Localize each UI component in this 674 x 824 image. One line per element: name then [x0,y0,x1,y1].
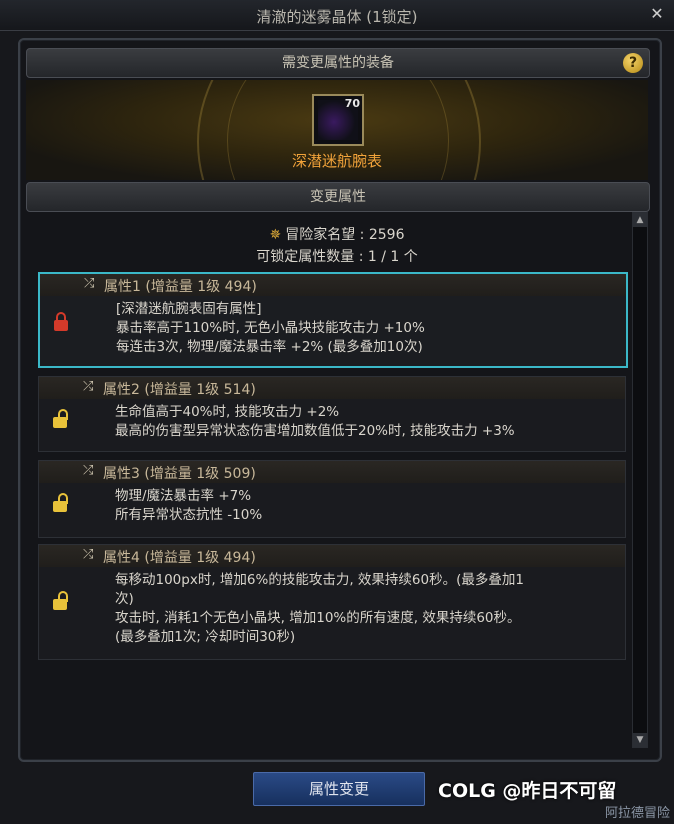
attribute-header: ⤮ 属性1 (增益量 1级 494) [40,274,626,296]
dialog-window: 清澈的迷雾晶体 (1锁定) ✕ 需变更属性的装备 ? 70 深潜迷航腕表 变更属… [0,0,674,824]
attribute-title: 属性2 (增益量 1级 514) [103,382,256,398]
change-section-title: 变更属性 [310,189,366,205]
window-title: 清澈的迷雾晶体 (1锁定) [256,8,418,26]
close-icon[interactable]: ✕ [648,5,666,23]
attribute-line: [深潜迷航腕表固有属性] [116,301,262,317]
attribute-line: 最高的伤害型异常状态伤害增加数值低于20%时, 技能攻击力 +3% [115,423,515,439]
watermark: COLG @昨日不可留 [438,780,617,802]
lock-closed-icon[interactable] [52,312,70,332]
lock-open-icon[interactable] [51,493,69,513]
reputation-label: 冒险家名望 : 2596 [285,227,405,243]
scroll-up-icon[interactable]: ▲ [633,213,647,227]
attribute-line: 每连击3次, 物理/魔法暴击率 +2% (最多叠加10次) [116,339,423,355]
attribute-lines: [深潜迷航腕表固有属性] 暴击率高于110%时, 无色小晶块技能攻击力 +10%… [116,300,614,357]
change-section-header: 变更属性 [26,182,650,212]
shuffle-icon: ⤮ [83,547,94,562]
attribute-row-1[interactable]: ⤮ 属性1 (增益量 1级 494) [深潜迷航腕表固有属性] 暴击率高于110… [38,272,628,368]
attribute-line: (最多叠加1次; 冷却时间30秒) [115,629,296,645]
lock-open-icon[interactable] [51,591,69,611]
equipment-section-title: 需变更属性的装备 [282,55,394,71]
attribute-line: 攻击时, 消耗1个无色小晶块, 增加10%的所有速度, 效果持续60秒。 [115,610,521,626]
attribute-title: 属性4 (增益量 1级 494) [103,550,256,566]
attribute-title: 属性3 (增益量 1级 509) [103,466,256,482]
attribute-line: 每移动100px时, 增加6%的技能攻击力, 效果持续60秒。(最多叠加1 [115,572,524,588]
attribute-header: ⤮ 属性4 (增益量 1级 494) [39,545,625,567]
shuffle-icon: ⤮ [83,463,94,478]
attribute-lines: 每移动100px时, 增加6%的技能攻击力, 效果持续60秒。(最多叠加1 次)… [115,571,613,647]
lock-count: 可锁定属性数量 : 1 / 1 个 [256,249,418,265]
attribute-lines: 物理/魔法暴击率 +7% 所有异常状态抗性 -10% [115,487,613,525]
attribute-row-3[interactable]: ⤮ 属性3 (增益量 1级 509) 物理/魔法暴击率 +7% 所有异常状态抗性… [38,460,626,538]
shuffle-icon: ⤮ [84,276,95,291]
attribute-line: 次) [115,591,134,607]
shuffle-icon: ⤮ [83,379,94,394]
reputation-icon: ✵ [269,227,282,243]
lock-open-icon[interactable] [51,409,69,429]
help-icon[interactable]: ? [623,53,643,73]
attribute-change-button[interactable]: 属性变更 [253,772,425,806]
attribute-lines: 生命值高于40%时, 技能攻击力 +2% 最高的伤害型异常状态伤害增加数值低于2… [115,403,613,441]
item-slot[interactable]: 70 [312,94,364,146]
attribute-row-2[interactable]: ⤮ 属性2 (增益量 1级 514) 生命值高于40%时, 技能攻击力 +2% … [38,376,626,452]
attribute-line: 物理/魔法暴击率 +7% [115,488,252,504]
corner-text: 阿拉德冒险 [604,806,670,821]
scroll-down-icon[interactable]: ▼ [633,733,647,747]
reputation-line: ✵ 冒险家名望 : 2596 [0,224,674,244]
attribute-scrollbar[interactable]: ▲ ▼ [632,212,648,748]
attribute-line: 所有异常状态抗性 -10% [115,507,263,523]
attribute-line: 暴击率高于110%时, 无色小晶块技能攻击力 +10% [116,320,425,336]
equipment-section-header: 需变更属性的装备 ? [26,48,650,78]
equipment-display: 70 深潜迷航腕表 [26,80,648,180]
attribute-row-4[interactable]: ⤮ 属性4 (增益量 1级 494) 每移动100px时, 增加6%的技能攻击力… [38,544,626,660]
item-level: 70 [344,97,360,110]
item-name: 深潜迷航腕表 [291,152,382,170]
attribute-title: 属性1 (增益量 1级 494) [104,279,257,295]
attribute-line: 生命值高于40%时, 技能攻击力 +2% [115,404,340,420]
attribute-header: ⤮ 属性3 (增益量 1级 509) [39,461,625,483]
title-bar[interactable]: 清澈的迷雾晶体 (1锁定) ✕ [0,0,674,31]
attribute-header: ⤮ 属性2 (增益量 1级 514) [39,377,625,399]
